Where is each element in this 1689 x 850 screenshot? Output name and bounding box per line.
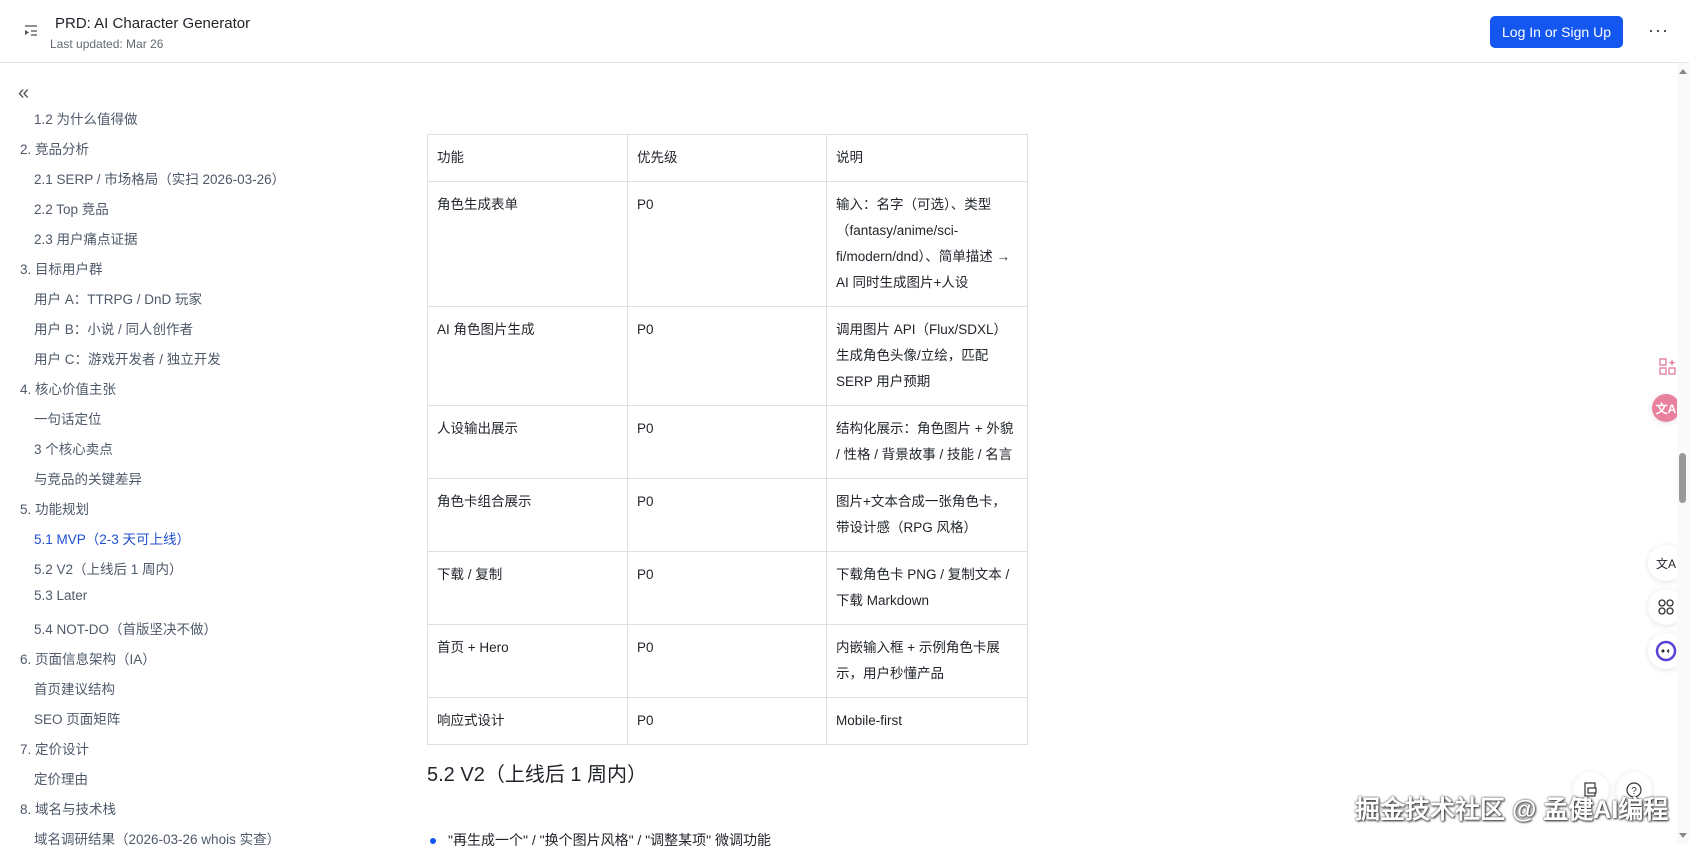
table-cell: 角色生成表单: [427, 181, 628, 307]
toc-item[interactable]: 一句话定位: [34, 408, 102, 428]
toc-item[interactable]: 5.4 NOT-DO（首版坚决不做）: [34, 618, 217, 638]
table-row: AI 角色图片生成 P0 调用图片 API（Flux/SDXL）生成角色头像/立绘，…: [427, 306, 1028, 406]
toc-item[interactable]: 8. 域名与技术栈: [20, 798, 116, 818]
toc-item[interactable]: 用户 C：游戏开发者 / 独立开发: [34, 348, 221, 368]
toc-item[interactable]: 域名调研结果（2026-03-26 whois 实查）: [34, 828, 280, 848]
toc-item[interactable]: 定价理由: [34, 768, 88, 788]
toc-item[interactable]: 2. 竞品分析: [20, 138, 89, 158]
table-cell: 结构化展示：角色图片 + 外貌 / 性格 / 背景故事 / 技能 / 名言: [826, 405, 1028, 479]
table-cell: 响应式设计: [427, 697, 628, 745]
table-cell: 图片+文本合成一张角色卡，带设计感（RPG 风格）: [826, 478, 1028, 552]
vertical-scrollbar[interactable]: [1677, 63, 1689, 844]
table-cell: 下载角色卡 PNG / 复制文本 / 下载 Markdown: [826, 551, 1028, 625]
collapse-sidebar-icon[interactable]: «: [18, 82, 29, 105]
toc-item[interactable]: 6. 页面信息架构（IA）: [20, 648, 156, 668]
header-cell: 优先级: [627, 134, 827, 182]
top-header: PRD: AI Character Generator Last updated…: [0, 0, 1689, 63]
list-item: "再生成一个" / "换个图片风格" / "调整某项" 微调功能: [430, 830, 771, 850]
table-cell: P0: [627, 551, 827, 625]
section-heading: 5.2 V2（上线后 1 周内）: [427, 764, 648, 786]
toc-item[interactable]: 3 个核心卖点: [34, 438, 113, 458]
table-row: 首页 + Hero P0 内嵌输入框 + 示例角色卡展示，用户秒懂产品: [427, 624, 1028, 698]
table-row: 响应式设计 P0 Mobile-first: [427, 697, 1028, 745]
toc-item[interactable]: 与竞品的关键差异: [34, 468, 142, 488]
table-cell: 内嵌输入框 + 示例角色卡展示，用户秒懂产品: [826, 624, 1028, 698]
list-item-text: "再生成一个" / "换个图片风格" / "调整某项" 微调功能: [448, 832, 772, 848]
table-cell: P0: [627, 478, 827, 552]
more-options-icon[interactable]: ···: [1648, 20, 1669, 41]
toc-item[interactable]: 3. 目标用户群: [20, 258, 103, 278]
table-cell: P0: [627, 405, 827, 479]
watermark-text: 掘金技术社区 @ 孟健AI编程: [1355, 796, 1669, 824]
table-cell: 首页 + Hero: [427, 624, 628, 698]
table-cell: 角色卡组合展示: [427, 478, 628, 552]
header-cell: 说明: [826, 134, 1028, 182]
table-cell: P0: [627, 306, 827, 406]
ai-translate-icon[interactable]: 文A: [1652, 394, 1680, 422]
table-cell: P0: [627, 697, 827, 745]
toc-item[interactable]: 5.3 Later: [34, 588, 87, 603]
doc-title: PRD: AI Character Generator: [55, 15, 251, 32]
table-row: 角色卡组合展示 P0 图片+文本合成一张角色卡，带设计感（RPG 风格）: [427, 478, 1028, 552]
toc-item[interactable]: 2.1 SERP / 市场格局（实扫 2026-03-26）: [34, 168, 285, 188]
toc-toggle-icon[interactable]: [22, 24, 40, 40]
table-cell: Mobile-first: [826, 697, 1028, 745]
toc-item[interactable]: 用户 A：TTRPG / DnD 玩家: [34, 288, 202, 308]
toc-item[interactable]: 5.1 MVP（2-3 天可上线）: [34, 528, 190, 548]
table-row: 人设输出展示 P0 结构化展示：角色图片 + 外貌 / 性格 / 背景故事 / 技能…: [427, 405, 1028, 479]
table-cell: P0: [627, 624, 827, 698]
header-cell: 功能: [427, 134, 628, 182]
table-cell: P0: [627, 181, 827, 307]
toc-item[interactable]: 首页建议结构: [34, 678, 115, 698]
toc-item[interactable]: 用户 B：小说 / 同人创作者: [34, 318, 193, 338]
scrollbar-thumb[interactable]: [1679, 453, 1686, 503]
bullet-dot: [430, 838, 436, 845]
table-cell: 调用图片 API（Flux/SDXL）生成角色头像/立绘，匹配 SERP 用户预…: [826, 306, 1028, 406]
toc-item[interactable]: 4. 核心价值主张: [20, 378, 116, 398]
toc-item[interactable]: SEO 页面矩阵: [34, 708, 120, 728]
toc-item[interactable]: 1.2 为什么值得做: [34, 108, 138, 128]
login-signup-button[interactable]: Log In or Sign Up: [1490, 16, 1623, 48]
table-row: 下载 / 复制 P0 下载角色卡 PNG / 复制文本 / 下载 Markdown: [427, 551, 1028, 625]
scroll-up-icon[interactable]: [1679, 69, 1687, 74]
table-header-row: 功能 优先级 说明: [427, 134, 1028, 182]
mvp-feature-table: 功能 优先级 说明 角色生成表单 P0 输入：名字（可选）、类型（fantasy/a…: [427, 134, 1028, 745]
scroll-down-icon[interactable]: [1679, 833, 1687, 838]
toc-item[interactable]: 5.2 V2（上线后 1 周内）: [34, 558, 183, 578]
toc-item[interactable]: 5. 功能规划: [20, 498, 89, 518]
toc-item[interactable]: 7. 定价设计: [20, 738, 89, 758]
table-cell: 下载 / 复制: [427, 551, 628, 625]
table-cell: 输入：名字（可选）、类型（fantasy/anime/sci-fi/modern…: [826, 181, 1028, 307]
table-cell: AI 角色图片生成: [427, 306, 628, 406]
table-row: 角色生成表单 P0 输入：名字（可选）、类型（fantasy/anime/sci-f…: [427, 181, 1028, 307]
toc-item[interactable]: 2.3 用户痛点证据: [34, 228, 138, 248]
toc-item[interactable]: 2.2 Top 竞品: [34, 198, 109, 218]
table-cell: 人设输出展示: [427, 405, 628, 479]
last-updated: Last updated: Mar 26: [50, 37, 164, 51]
